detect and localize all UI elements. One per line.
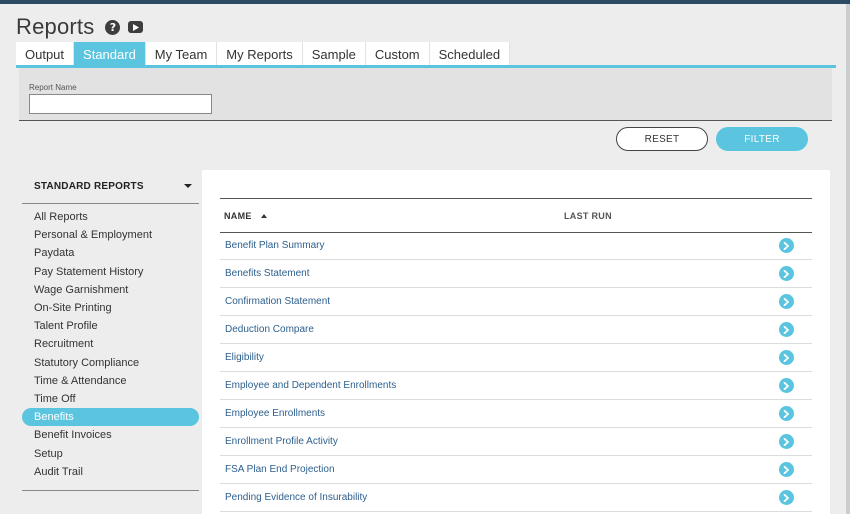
- report-name-link[interactable]: Employee and Dependent Enrollments: [225, 380, 396, 391]
- sidebar-item-recruitment[interactable]: Recruitment: [22, 335, 199, 353]
- table-body: Benefit Plan Summary Benefits Statement Co…: [220, 232, 812, 512]
- report-name-link[interactable]: Confirmation Statement: [225, 296, 330, 307]
- report-name-link[interactable]: Pending Evidence of Insurability: [225, 492, 367, 503]
- sidebar-item-on-site-printing[interactable]: On-Site Printing: [22, 299, 199, 317]
- column-header-name-label: NAME: [224, 211, 252, 221]
- table-row: Pending Evidence of Insurability: [220, 484, 812, 512]
- chevron-right-icon[interactable]: [779, 266, 794, 281]
- video-icon[interactable]: [128, 21, 144, 33]
- sidebar-item-personal-employment[interactable]: Personal & Employment: [22, 226, 199, 244]
- report-name-label: Report Name: [29, 83, 77, 92]
- table-row: FSA Plan End Projection: [220, 456, 812, 484]
- page-title: Reports: [16, 14, 95, 39]
- table-row: Employee and Dependent Enrollments: [220, 372, 812, 400]
- chevron-right-icon[interactable]: [779, 462, 794, 477]
- sidebar-item-all-reports[interactable]: All Reports: [22, 208, 199, 226]
- caret-down-icon: [184, 184, 192, 188]
- reports-table-panel: NAME LAST RUN Benefit Plan Summary Benefi…: [202, 170, 830, 514]
- table-row: Enrollment Profile Activity: [220, 428, 812, 456]
- sidebar-item-benefit-invoices[interactable]: Benefit Invoices: [22, 426, 199, 444]
- chevron-right-icon[interactable]: [779, 434, 794, 449]
- chevron-right-icon[interactable]: [779, 294, 794, 309]
- chevron-right-icon[interactable]: [779, 378, 794, 393]
- top-accent-bar: [0, 0, 850, 4]
- report-name-input[interactable]: [29, 94, 212, 114]
- sidebar-item-time-attendance[interactable]: Time & Attendance: [22, 372, 199, 390]
- report-name-link[interactable]: Benefits Statement: [225, 268, 310, 279]
- reset-button[interactable]: RESET: [616, 127, 708, 151]
- filter-divider: [19, 120, 832, 121]
- table-row: Eligibility: [220, 344, 812, 372]
- sidebar-item-pay-statement-history[interactable]: Pay Statement History: [22, 263, 199, 281]
- table-row: Employee Enrollments: [220, 400, 812, 428]
- tab-sample[interactable]: Sample: [302, 42, 366, 66]
- sidebar-header[interactable]: STANDARD REPORTS: [34, 179, 192, 193]
- filter-panel: Report Name: [19, 68, 832, 120]
- tab-scheduled[interactable]: Scheduled: [429, 42, 511, 66]
- column-header-last-run[interactable]: LAST RUN: [564, 211, 612, 221]
- report-name-link[interactable]: Enrollment Profile Activity: [225, 436, 338, 447]
- column-header-name[interactable]: NAME: [224, 211, 267, 221]
- caret-up-icon: [260, 214, 267, 218]
- window-edge: [846, 4, 850, 514]
- sidebar-item-wage-garnishment[interactable]: Wage Garnishment: [22, 281, 199, 299]
- tab-output[interactable]: Output: [16, 42, 75, 66]
- chevron-right-icon[interactable]: [779, 238, 794, 253]
- sidebar-item-benefits[interactable]: Benefits: [22, 408, 199, 427]
- page-header: Reports ?: [16, 12, 144, 42]
- table-row: Deduction Compare: [220, 316, 812, 344]
- help-icon[interactable]: ?: [105, 19, 121, 35]
- report-name-link[interactable]: Benefit Plan Summary: [225, 240, 325, 251]
- table-divider: [220, 198, 812, 199]
- sidebar-item-paydata[interactable]: Paydata: [22, 244, 199, 262]
- sidebar-item-time-off[interactable]: Time Off: [22, 390, 199, 408]
- report-name-link[interactable]: Employee Enrollments: [225, 408, 325, 419]
- table-row: Confirmation Statement: [220, 288, 812, 316]
- sidebar-item-talent-profile[interactable]: Talent Profile: [22, 317, 199, 335]
- filter-button[interactable]: FILTER: [716, 127, 808, 151]
- report-name-link[interactable]: Eligibility: [225, 352, 264, 363]
- sidebar-item-setup[interactable]: Setup: [22, 444, 199, 462]
- sidebar-item-statutory-compliance[interactable]: Statutory Compliance: [22, 354, 199, 372]
- chevron-right-icon[interactable]: [779, 406, 794, 421]
- tab-my-reports[interactable]: My Reports: [217, 42, 303, 66]
- tab-my-team[interactable]: My Team: [145, 42, 218, 66]
- sidebar-item-audit-trail[interactable]: Audit Trail: [22, 463, 199, 481]
- tab-custom[interactable]: Custom: [365, 42, 430, 66]
- sidebar-divider: [22, 490, 199, 491]
- report-name-link[interactable]: FSA Plan End Projection: [225, 464, 335, 475]
- chevron-right-icon[interactable]: [779, 350, 794, 365]
- sidebar-divider: [22, 203, 199, 204]
- table-row: Benefit Plan Summary: [220, 232, 812, 260]
- tab-standard[interactable]: Standard: [74, 42, 146, 66]
- table-row: Benefits Statement: [220, 260, 812, 288]
- report-tabs: Output Standard My Team My Reports Sample Cus…: [16, 42, 511, 66]
- chevron-right-icon[interactable]: [779, 322, 794, 337]
- sidebar-list: All Reports Personal & Employment Paydata P…: [22, 208, 199, 481]
- sidebar-header-label: STANDARD REPORTS: [34, 180, 144, 192]
- report-name-link[interactable]: Deduction Compare: [225, 324, 314, 335]
- chevron-right-icon[interactable]: [779, 490, 794, 505]
